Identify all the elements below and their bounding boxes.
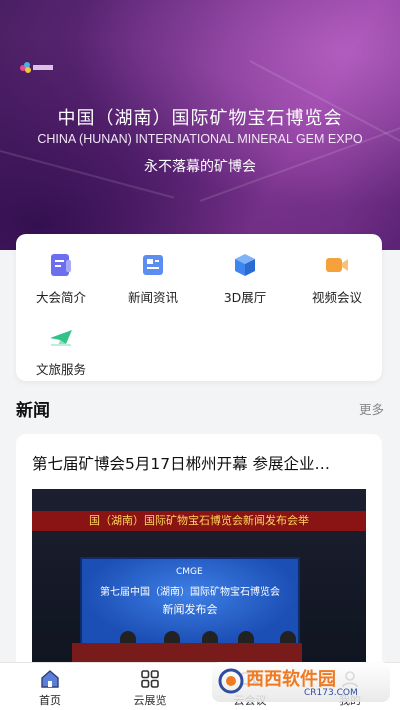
cube-icon: [235, 254, 255, 276]
watermark-url: CR173.COM: [304, 688, 358, 698]
news-more-link[interactable]: 更多: [359, 399, 384, 418]
photo-screen: CMGE 第七届中国（湖南）国际矿物宝石博览会 新闻发布会: [80, 557, 300, 647]
news-photo[interactable]: 国（湖南）国际矿物宝石博览会新闻发布会举 CMGE 第七届中国（湖南）国际矿物宝…: [32, 489, 366, 674]
service-video-meeting[interactable]: 视频会议: [292, 252, 382, 306]
service-label: 大会简介: [35, 290, 86, 305]
service-culture-travel[interactable]: 文旅服务: [16, 324, 106, 378]
grid-icon: [141, 670, 159, 688]
service-label: 新闻资讯: [127, 290, 178, 305]
screen-line1: 第七届中国（湖南）国际矿物宝石博览会: [100, 587, 280, 598]
service-news[interactable]: 新闻资讯: [108, 252, 198, 306]
watermark-logo-icon: [218, 668, 244, 694]
document-icon: [51, 254, 71, 276]
plane-icon: [50, 330, 72, 346]
tab-label: 首页: [39, 694, 61, 707]
news-section-title: 新闻: [16, 401, 50, 421]
newspaper-icon: [143, 255, 163, 275]
news-card[interactable]: 第七届矿博会5月17日郴州开幕 参展企业… 国（湖南）国际矿物宝石博览会新闻发布…: [16, 434, 382, 674]
screen-logo: CMGE: [176, 567, 203, 577]
hero-title: 中国（湖南）国际矿物宝石博览会: [57, 108, 343, 129]
services-card: 大会简介 新闻资讯 3D展厅 视频会议 文旅服务: [16, 234, 382, 381]
expo-logo-icon: [20, 62, 53, 73]
hero-banner[interactable]: 中国（湖南）国际矿物宝石博览会 CHINA (HUNAN) INTERNATIO…: [0, 0, 400, 250]
news-headline[interactable]: 第七届矿博会5月17日郴州开幕 参展企业…: [32, 452, 366, 474]
tab-label: 云展览: [133, 694, 167, 707]
service-intro[interactable]: 大会简介: [16, 252, 106, 306]
service-label: 3D展厅: [223, 290, 267, 305]
home-icon: [41, 670, 59, 688]
site-watermark: 西西软件园 CR173.COM: [212, 662, 390, 702]
photo-banner: 国（湖南）国际矿物宝石博览会新闻发布会举: [32, 511, 366, 531]
screen-line2: 新闻发布会: [162, 603, 218, 616]
service-3d-hall[interactable]: 3D展厅: [200, 252, 290, 306]
video-icon: [326, 258, 348, 272]
service-label: 文旅服务: [35, 362, 86, 377]
tab-home[interactable]: 首页: [10, 669, 90, 708]
tab-cloud-exhibition[interactable]: 云展览: [110, 669, 190, 708]
hero-slogan: 永不落幕的矿博会: [144, 159, 256, 175]
hero-subtitle: CHINA (HUNAN) INTERNATIONAL MINERAL GEM …: [37, 132, 363, 146]
service-label: 视频会议: [311, 290, 362, 305]
